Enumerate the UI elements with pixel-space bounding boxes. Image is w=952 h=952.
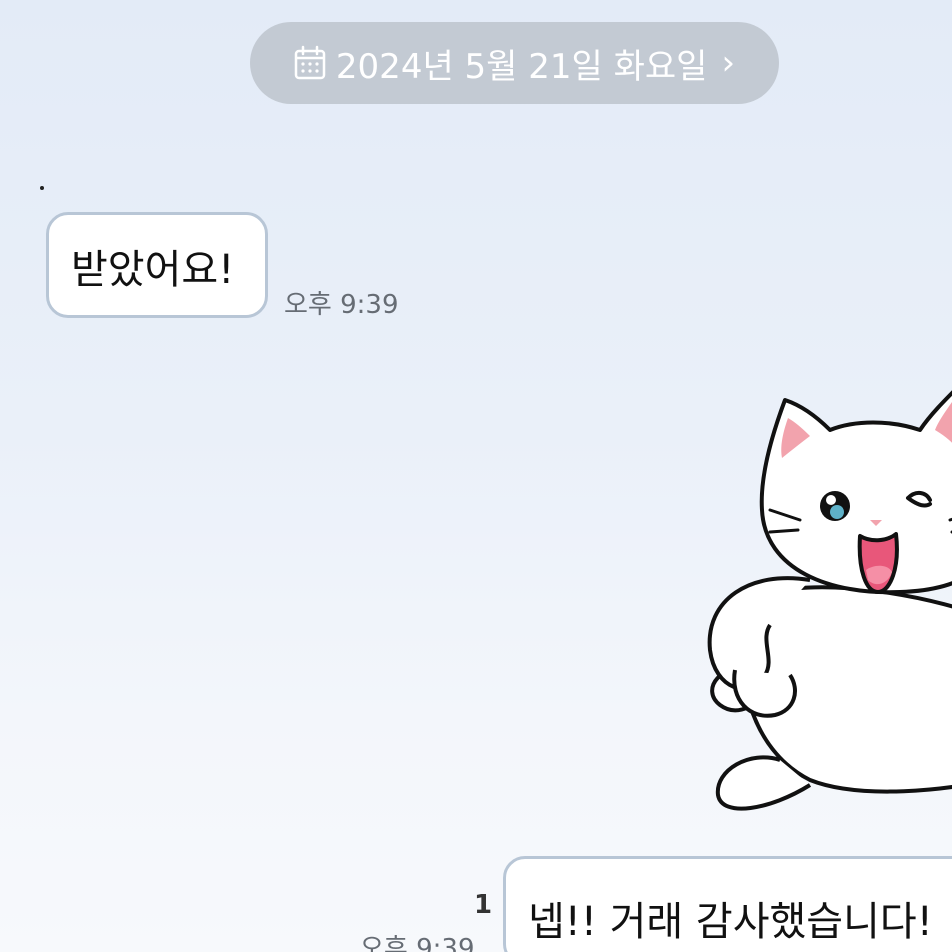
chevron-right-icon: › [721, 43, 736, 83]
outgoing-message-bubble[interactable]: 넵!! 거래 감사했습니다! [503, 856, 952, 952]
message-text: 받았어요! [71, 247, 235, 293]
date-header-label: 2024년 5월 21일 화요일 [335, 46, 708, 87]
message-timestamp: 오후 9:39 [360, 934, 475, 952]
incoming-message-bubble[interactable]: 받았어요! [46, 212, 268, 318]
date-header-pill[interactable]: 2024년 5월 21일 화요일 › [250, 22, 779, 104]
unread-count-badge: 1 [474, 890, 493, 920]
message-text: 넵!! 거래 감사했습니다! [528, 899, 933, 945]
message-timestamp: 오후 9:39 [284, 290, 399, 320]
white-cat-sticker[interactable] [690, 370, 952, 830]
decorative-dot [40, 186, 44, 190]
calendar-icon [294, 45, 326, 80]
